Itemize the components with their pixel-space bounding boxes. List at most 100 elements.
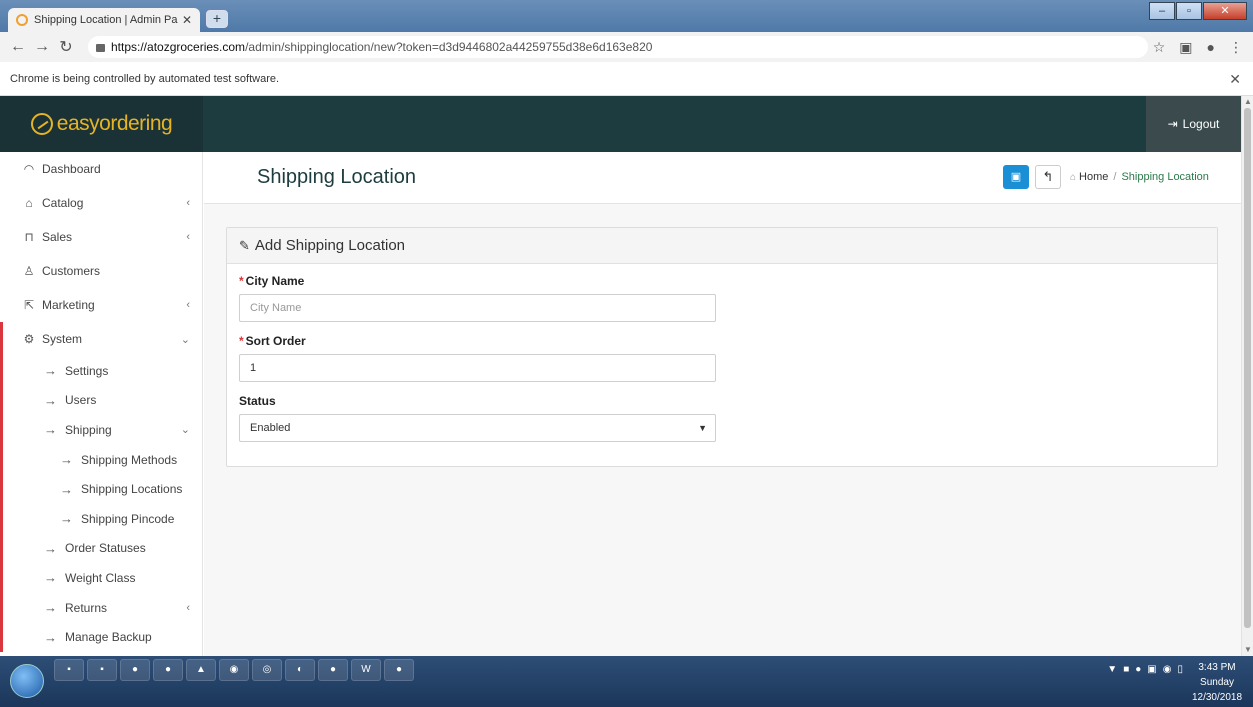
city-name-input[interactable]: City Name — [239, 294, 716, 322]
user-icon: ♙ — [23, 264, 35, 278]
taskbar-app-icon[interactable]: ▪ — [87, 659, 117, 681]
taskbar-app-icon[interactable]: ◉ — [219, 659, 249, 681]
menu-dots-icon[interactable]: ⋮ — [1229, 39, 1243, 56]
sidebar-sub-manage-backup[interactable]: → Manage Backup — [3, 622, 202, 652]
minimize-button[interactable]: – — [1149, 2, 1175, 20]
dashboard-icon: ◠ — [23, 162, 35, 176]
status-label: Status — [239, 394, 276, 408]
bookmark-star-icon[interactable]: ☆ — [1153, 39, 1166, 56]
sidebar-sub-shipping[interactable]: → Shipping ⌄ — [3, 415, 202, 445]
clock-date: 12/30/2018 — [1191, 692, 1243, 703]
breadcrumb-current[interactable]: Shipping Location — [1121, 171, 1208, 183]
chevron-left-icon: ‹ — [186, 601, 190, 614]
back-button[interactable]: ↰ — [1035, 165, 1061, 189]
save-button[interactable]: ▣ — [1003, 165, 1029, 189]
sidebar-item-sales[interactable]: ⊓ Sales ‹ — [0, 220, 202, 254]
arrow-right-icon: → — [44, 570, 57, 586]
tray-icon[interactable]: ▼ — [1107, 664, 1117, 675]
sidebar-sub-users[interactable]: → Users — [3, 386, 202, 416]
taskbar-app-icon[interactable]: ▲ — [186, 659, 216, 681]
cart-icon: ⊓ — [24, 230, 34, 244]
taskbar-app-icon[interactable]: W — [351, 659, 381, 681]
taskbar-app-icon[interactable]: ● — [153, 659, 183, 681]
logout-button[interactable]: ⇥ Logout — [1146, 96, 1241, 152]
window-close-button[interactable]: ✕ — [1203, 2, 1247, 20]
chevron-left-icon: ‹ — [186, 299, 190, 311]
sort-order-label: * Sort Order — [239, 334, 1205, 348]
brand-name: easyordering — [56, 112, 173, 135]
breadcrumb-home-link[interactable]: Home — [1079, 171, 1108, 183]
tray-icon[interactable]: ■ — [1123, 664, 1129, 675]
status-select[interactable]: Enabled ▼ — [239, 414, 716, 442]
sidebar-sub-shipping-methods[interactable]: → Shipping Methods — [3, 445, 202, 475]
tray-icon[interactable]: ▣ — [1147, 664, 1156, 675]
home-icon: ⌂ — [1070, 172, 1077, 183]
profile-icon[interactable]: ● — [1207, 39, 1215, 55]
window-controls: – ▫ ✕ — [1149, 2, 1247, 20]
arrow-right-icon: → — [60, 452, 73, 468]
panel-title: Add Shipping Location — [254, 237, 406, 254]
extension-icon[interactable]: ▣ — [1179, 39, 1192, 56]
arrow-right-icon: → — [44, 422, 57, 438]
taskbar-app-icon[interactable]: ● — [318, 659, 348, 681]
breadcrumb-separator: / — [1113, 171, 1117, 183]
scroll-thumb[interactable] — [1244, 108, 1251, 628]
page-scrollbar[interactable]: ▲ ▼ — [1241, 96, 1253, 656]
tab-close-icon[interactable]: ✕ — [182, 13, 192, 27]
address-bar[interactable]: https://atozgroceries.com/admin/shipping… — [88, 36, 1148, 58]
sidebar-sub-order-statuses[interactable]: → Order Statuses — [3, 534, 202, 564]
windows-taskbar: ▪ ▪ ● ● ▲ ◉ ◎ ◐ ● W ● ▼ ■ ● ▣ ◉ ▯ 3:43 P… — [0, 656, 1253, 707]
start-button[interactable] — [10, 664, 44, 698]
browser-toolbar: ← → ↻ https://atozgroceries.com/admin/sh… — [0, 32, 1253, 62]
browser-tab[interactable]: Shipping Location | Admin Panel ✕ — [8, 8, 200, 32]
sidebar-sub-weight-class[interactable]: → Weight Class — [3, 563, 202, 593]
sidebar-item-marketing[interactable]: ⇱ Marketing ‹ — [0, 288, 202, 322]
panel-heading: ✎ Add Shipping Location — [227, 228, 1217, 264]
tab-title: Shipping Location | Admin Panel — [34, 14, 178, 26]
site-favicon-icon — [16, 14, 28, 26]
admin-app: easyordering ⇥ Logout ◠ Dashboard ⌂ Cata… — [0, 96, 1253, 656]
brand-logo[interactable]: easyordering — [0, 96, 203, 152]
logout-icon: ⇥ — [1167, 117, 1178, 131]
sidebar-item-customers[interactable]: ♙ Customers — [0, 254, 202, 288]
maximize-button[interactable]: ▫ — [1176, 2, 1202, 20]
sidebar-item-dashboard[interactable]: ◠ Dashboard — [0, 152, 202, 186]
sidebar-item-label: System — [42, 332, 83, 346]
taskbar-app-icon[interactable]: ◎ — [252, 659, 282, 681]
sort-order-input[interactable]: 1 — [239, 354, 716, 382]
sidebar: ◠ Dashboard ⌂ Catalog ‹ ⊓ Sales ‹ ♙ Cust… — [0, 152, 203, 656]
taskbar-app-icon[interactable]: ● — [120, 659, 150, 681]
sort-order-value: 1 — [250, 362, 257, 374]
taskbar-clock[interactable]: 3:43 PM Sunday 12/30/2018 — [1187, 660, 1247, 705]
taskbar-app-icon[interactable]: ◐ — [285, 659, 315, 681]
sidebar-item-catalog[interactable]: ⌂ Catalog ‹ — [0, 186, 202, 220]
infobar-close-icon[interactable]: ✕ — [1229, 71, 1241, 88]
sidebar-sub-returns[interactable]: → Returns ‹ — [3, 593, 202, 623]
tray-icon[interactable]: ● — [1135, 664, 1141, 675]
sidebar-sub-shipping-pincode[interactable]: → Shipping Pincode — [3, 504, 202, 534]
sidebar-item-system[interactable]: ⚙ System ⌄ — [3, 322, 202, 356]
city-name-label: * City Name — [239, 274, 1205, 288]
arrow-right-icon: → — [60, 511, 73, 527]
back-arrow-icon[interactable]: ← — [6, 38, 30, 56]
scroll-up-icon[interactable]: ▲ — [1242, 96, 1253, 108]
tray-icon[interactable]: ◉ — [1163, 664, 1172, 675]
forward-arrow-icon[interactable]: → — [30, 38, 54, 56]
save-floppy-icon: ▣ — [1010, 171, 1022, 183]
url-path: /admin/shippinglocation/new?token=d3d944… — [245, 40, 653, 54]
sidebar-sub-label: Manage Backup — [65, 630, 152, 645]
taskbar-app-icon[interactable]: ● — [384, 659, 414, 681]
taskbar-app-icon[interactable]: ▪ — [54, 659, 84, 681]
scroll-down-icon[interactable]: ▼ — [1242, 644, 1253, 656]
chevron-down-icon: ⌄ — [180, 424, 190, 437]
top-navbar: easyordering ⇥ Logout — [0, 96, 1241, 152]
city-name-group: * City Name City Name — [239, 274, 1205, 322]
arrow-right-icon: → — [44, 392, 57, 408]
new-tab-button[interactable]: + — [206, 10, 228, 28]
sidebar-sub-settings[interactable]: → Settings — [3, 356, 202, 386]
tray-icon[interactable]: ▯ — [1177, 664, 1183, 675]
panel-body: * City Name City Name * Sort Order 1 Statu… — [227, 264, 1217, 464]
sidebar-sub-shipping-locations[interactable]: → Shipping Locations — [3, 474, 202, 504]
reload-icon[interactable]: ↻ — [54, 37, 78, 57]
system-tray: ▼ ■ ● ▣ ◉ ▯ — [1107, 664, 1183, 675]
